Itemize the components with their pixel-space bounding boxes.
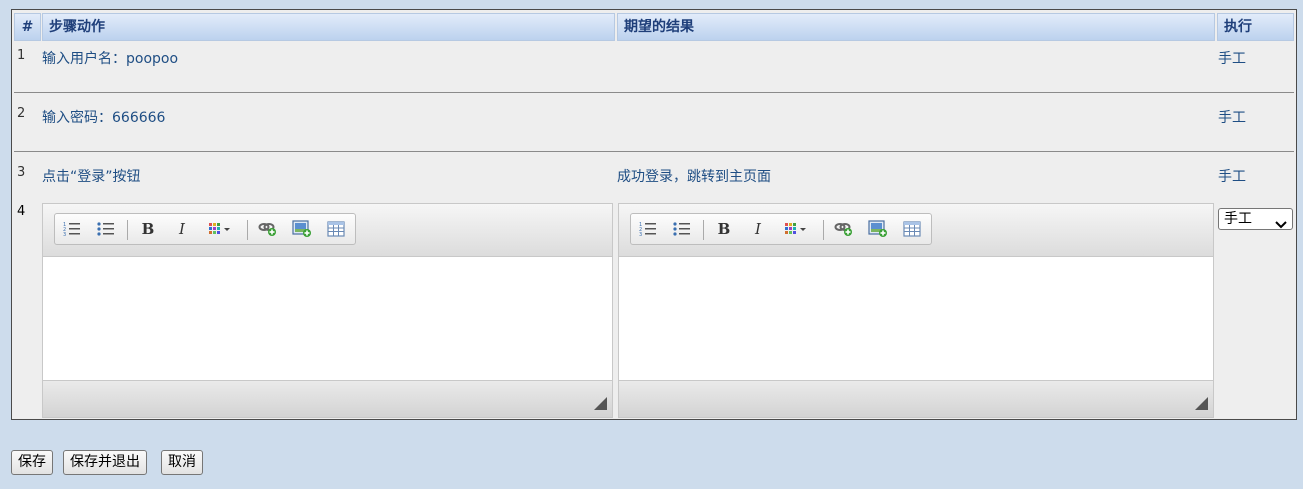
cancel-button[interactable]: 取消: [161, 450, 203, 475]
row-3-number: 3: [17, 165, 26, 180]
steps-panel: # 步骤动作 期望的结果 执行 1 输入用户名：poopoo 手工 2 输入密码…: [11, 9, 1297, 420]
image-icon[interactable]: [865, 218, 891, 240]
row-divider: [14, 92, 1294, 93]
editor-statusbar: [619, 380, 1213, 417]
ordered-list-icon[interactable]: 123: [59, 218, 85, 240]
row-1-number: 1: [17, 48, 26, 63]
expected-editor-textarea[interactable]: [619, 257, 1213, 380]
svg-text:3: 3: [639, 232, 642, 237]
unordered-list-icon[interactable]: [669, 218, 695, 240]
toolbar-group: 123 B I: [630, 213, 932, 245]
row-2-step[interactable]: 输入密码：666666: [42, 107, 165, 127]
row-divider: [14, 151, 1294, 152]
row-1-step[interactable]: 输入用户名：poopoo: [42, 48, 178, 68]
chevron-down-icon: [1275, 215, 1287, 235]
step-editor-textarea[interactable]: [43, 257, 612, 380]
toolbar-separator: [127, 220, 128, 240]
unordered-list-icon[interactable]: [93, 218, 119, 240]
bold-icon[interactable]: B: [135, 218, 161, 240]
row-2-exec[interactable]: 手工: [1218, 107, 1246, 127]
table-icon[interactable]: [323, 218, 349, 240]
toolbar-separator: [823, 220, 824, 240]
ordered-list-icon[interactable]: 123: [635, 218, 661, 240]
color-grid-icon[interactable]: [205, 218, 237, 240]
row-3-expected[interactable]: 成功登录，跳转到主页面: [617, 166, 771, 186]
toolbar-group: 123 B I: [54, 213, 356, 245]
row-3-step[interactable]: 点击“登录”按钮: [42, 166, 141, 186]
editor-toolbar: 123 B I: [619, 204, 1213, 257]
toolbar-separator: [247, 220, 248, 240]
header-step-action: 步骤动作: [42, 13, 615, 41]
link-icon[interactable]: [831, 218, 857, 240]
header-execution: 执行: [1217, 13, 1294, 41]
row-3-exec[interactable]: 手工: [1218, 166, 1246, 186]
editor-toolbar: 123 B I: [43, 204, 612, 257]
row-2-number: 2: [17, 106, 26, 121]
editor-statusbar: [43, 380, 612, 417]
save-button[interactable]: 保存: [11, 450, 53, 475]
row-1-exec[interactable]: 手工: [1218, 48, 1246, 68]
toolbar-separator: [703, 220, 704, 240]
table-icon[interactable]: [899, 218, 925, 240]
italic-icon[interactable]: I: [745, 218, 771, 240]
exec-select-value: 手工: [1224, 211, 1252, 227]
resize-grip-icon[interactable]: [1195, 397, 1208, 410]
exec-select[interactable]: 手工: [1218, 208, 1293, 230]
link-icon[interactable]: [255, 218, 281, 240]
header-number: #: [14, 13, 41, 41]
bold-icon[interactable]: B: [711, 218, 737, 240]
resize-grip-icon[interactable]: [594, 397, 607, 410]
row-4-number: 4: [17, 204, 26, 219]
header-expected-result: 期望的结果: [617, 13, 1215, 41]
color-grid-icon[interactable]: [781, 218, 813, 240]
expected-editor: 123 B I: [618, 203, 1214, 418]
italic-icon[interactable]: I: [169, 218, 195, 240]
svg-text:3: 3: [63, 232, 66, 237]
image-icon[interactable]: [289, 218, 315, 240]
step-editor: 123 B I: [42, 203, 613, 418]
save-and-exit-button[interactable]: 保存并退出: [63, 450, 147, 475]
